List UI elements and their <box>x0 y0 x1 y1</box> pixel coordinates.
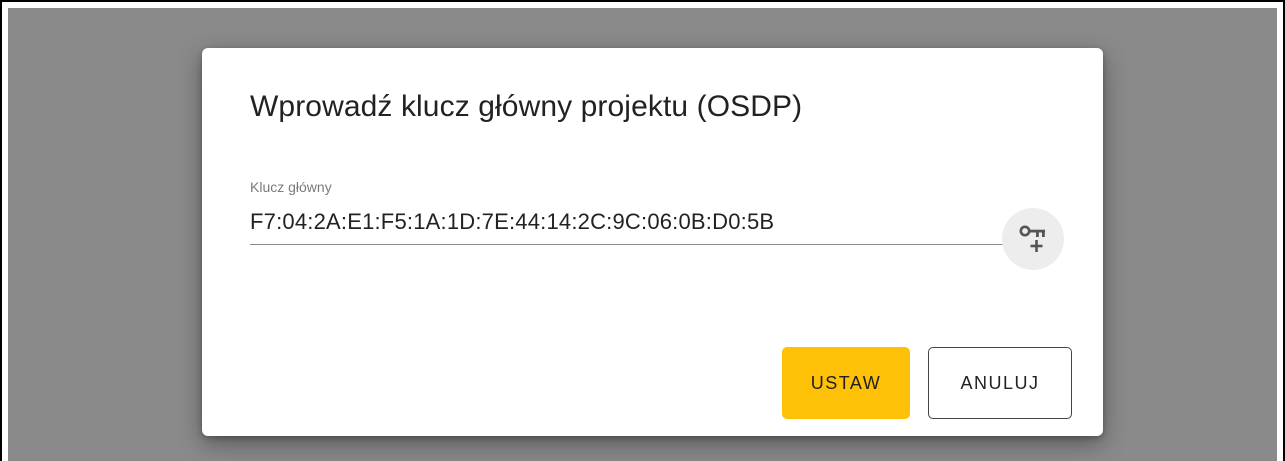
set-button[interactable]: USTAW <box>782 347 910 419</box>
master-key-dialog: Wprowadź klucz główny projektu (OSDP) Kl… <box>202 48 1103 436</box>
cancel-button[interactable]: ANULUJ <box>928 347 1072 419</box>
key-plus-icon <box>1019 225 1045 252</box>
master-key-field: Klucz główny <box>250 179 1008 245</box>
generate-key-button[interactable] <box>1002 208 1064 270</box>
dialog-title: Wprowadź klucz główny projektu (OSDP) <box>250 90 803 123</box>
master-key-label: Klucz główny <box>250 179 332 195</box>
master-key-input[interactable] <box>250 209 1008 245</box>
